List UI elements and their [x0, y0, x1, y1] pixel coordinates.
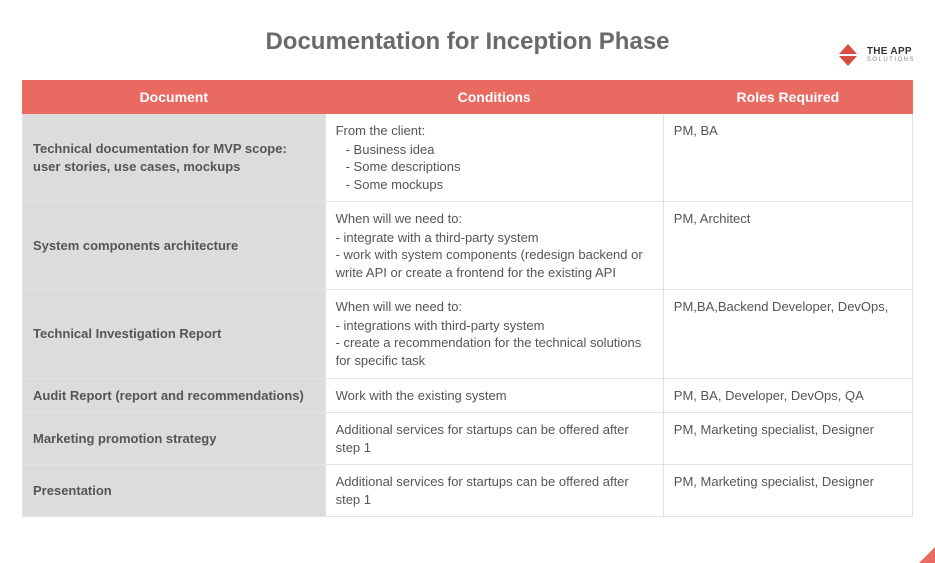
- cell-document: Technical documentation for MVP scope: u…: [23, 114, 326, 202]
- cell-document: Audit Report (report and recommendations…: [23, 378, 326, 413]
- conditions-list: integrations with third-party system cre…: [336, 317, 653, 370]
- cell-document: Presentation: [23, 465, 326, 517]
- cell-conditions: Additional services for startups can be …: [325, 413, 663, 465]
- cell-document: System components architecture: [23, 202, 326, 290]
- conditions-list-item: Business idea: [356, 141, 653, 159]
- cell-roles: PM, Architect: [663, 202, 912, 290]
- table-row: Audit Report (report and recommendations…: [23, 378, 913, 413]
- conditions-list-item: work with system components (redesign ba…: [336, 246, 653, 281]
- cell-conditions: When will we need to: integrate with a t…: [325, 202, 663, 290]
- table-row: Marketing promotion strategy Additional …: [23, 413, 913, 465]
- conditions-intro: From the client:: [336, 122, 653, 140]
- conditions-list-item: integrations with third-party system: [336, 317, 653, 335]
- table-row: Presentation Additional services for sta…: [23, 465, 913, 517]
- cell-conditions: From the client: Business idea Some desc…: [325, 114, 663, 202]
- conditions-list: Business idea Some descriptions Some moc…: [336, 141, 653, 194]
- conditions-list-item: Some mockups: [356, 176, 653, 194]
- table-container: Document Conditions Roles Required Techn…: [0, 80, 935, 517]
- header-conditions: Conditions: [325, 81, 663, 114]
- cell-conditions: When will we need to: integrations with …: [325, 290, 663, 378]
- cell-roles: PM,BA,Backend Developer, DevOps,: [663, 290, 912, 378]
- logo-text-line1: THE APP: [867, 47, 915, 57]
- documentation-table: Document Conditions Roles Required Techn…: [22, 80, 913, 517]
- page-title: Documentation for Inception Phase: [0, 28, 935, 56]
- table-header-row: Document Conditions Roles Required: [23, 81, 913, 114]
- conditions-intro: When will we need to:: [336, 210, 653, 228]
- cell-conditions: Work with the existing system: [325, 378, 663, 413]
- logo-triangle-icon: [835, 42, 861, 68]
- brand-logo: THE APP SOLUTIONS: [835, 42, 915, 68]
- logo-text-line2: SOLUTIONS: [867, 57, 915, 63]
- cell-roles: PM, BA: [663, 114, 912, 202]
- cell-roles: PM, BA, Developer, DevOps, QA: [663, 378, 912, 413]
- cell-roles: PM, Marketing specialist, Designer: [663, 413, 912, 465]
- corner-decoration-icon: [919, 547, 935, 563]
- cell-conditions: Additional services for startups can be …: [325, 465, 663, 517]
- header-document: Document: [23, 81, 326, 114]
- conditions-list: integrate with a third-party system work…: [336, 229, 653, 282]
- cell-roles: PM, Marketing specialist, Designer: [663, 465, 912, 517]
- header-roles: Roles Required: [663, 81, 912, 114]
- table-row: Technical documentation for MVP scope: u…: [23, 114, 913, 202]
- cell-document: Marketing promotion strategy: [23, 413, 326, 465]
- conditions-list-item: integrate with a third-party system: [336, 229, 653, 247]
- conditions-intro: When will we need to:: [336, 298, 653, 316]
- table-row: Technical Investigation Report When will…: [23, 290, 913, 378]
- conditions-list-item: create a recommendation for the technica…: [336, 334, 653, 369]
- table-row: System components architecture When will…: [23, 202, 913, 290]
- conditions-list-item: Some descriptions: [356, 158, 653, 176]
- cell-document: Technical Investigation Report: [23, 290, 326, 378]
